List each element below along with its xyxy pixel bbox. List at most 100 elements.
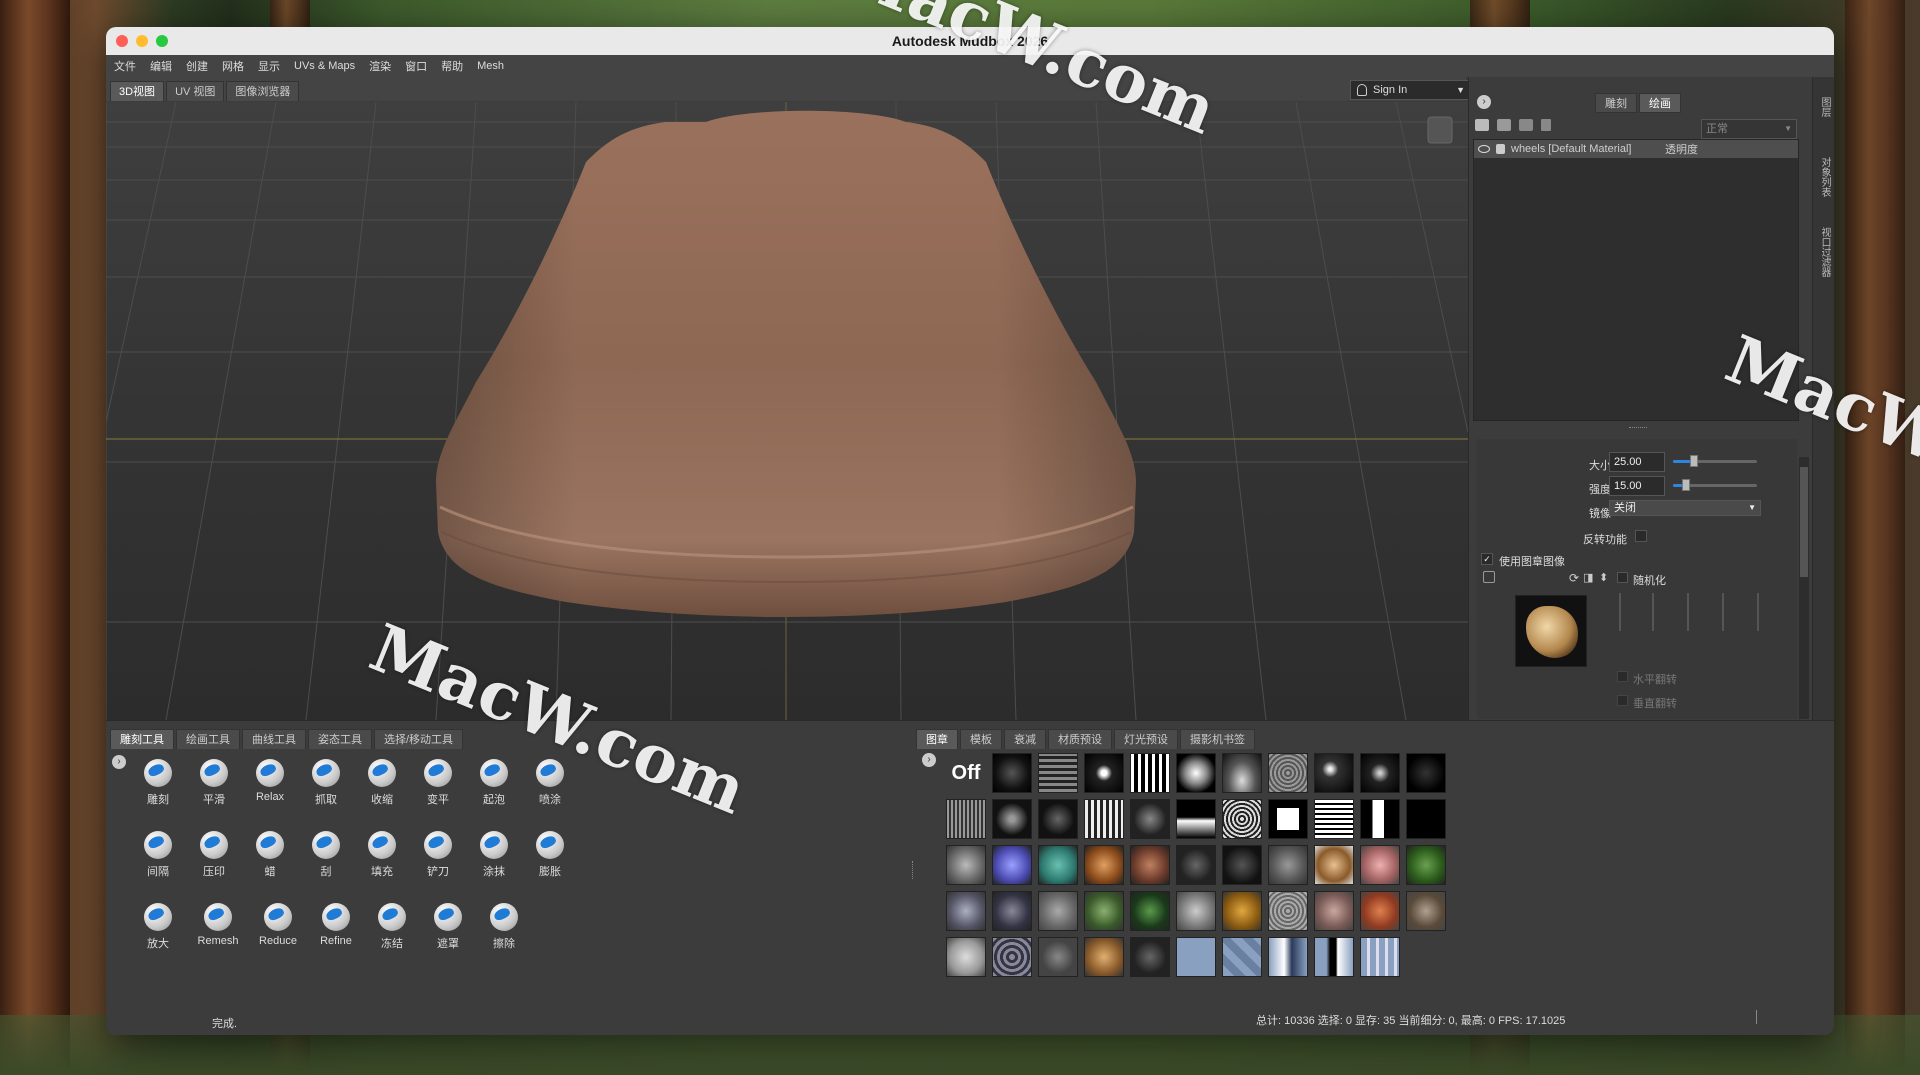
menu-uvs-maps[interactable]: UVs & Maps (294, 60, 355, 72)
stamp-item[interactable] (1084, 799, 1124, 839)
size-slider-handle[interactable] (1690, 455, 1698, 467)
flip-icon[interactable]: ◨ (1583, 571, 1593, 584)
mirror-select[interactable]: 关闭 ▼ (1609, 500, 1761, 516)
panel-splitter[interactable] (1629, 427, 1647, 429)
tool-amplify[interactable]: 放大 (128, 903, 188, 951)
stamp-item[interactable] (1360, 937, 1400, 977)
stamp-item[interactable] (1176, 753, 1216, 793)
tool-bulge[interactable]: 膨胀 (520, 831, 580, 879)
tab-camera-bookmarks[interactable]: 摄影机书签 (1180, 729, 1255, 749)
stamp-item[interactable] (1084, 845, 1124, 885)
menu-help[interactable]: 帮助 (441, 58, 463, 74)
layer-row[interactable]: wheels [Default Material] 透明度 (1474, 140, 1798, 158)
folder-icon[interactable] (1519, 119, 1533, 131)
stamp-item[interactable] (1314, 891, 1354, 931)
tab-paint-tools[interactable]: 绘画工具 (176, 729, 240, 749)
stamp-item[interactable] (1038, 753, 1078, 793)
side-tab-object-list[interactable]: 对象列表 (1817, 157, 1832, 197)
tab-uv-view[interactable]: UV 视图 (166, 81, 225, 101)
zoom-button[interactable] (156, 35, 168, 47)
tool-imprint[interactable]: 压印 (184, 831, 244, 879)
tool-freeze[interactable]: 冻结 (362, 903, 422, 951)
tool-repeat[interactable]: 间隔 (128, 831, 188, 879)
rotate-icon[interactable]: ⟳ (1569, 571, 1579, 585)
tool-sculpt[interactable]: 雕刻 (128, 759, 188, 807)
stamp-item[interactable] (1130, 937, 1170, 977)
flip-vertical-icon[interactable]: ⬍ (1599, 571, 1608, 584)
stamp-item[interactable] (1084, 937, 1124, 977)
stamp-item[interactable] (1314, 937, 1354, 977)
menu-edit[interactable]: 编辑 (150, 58, 172, 74)
new-layer-icon[interactable] (1475, 119, 1489, 131)
stamp-item[interactable] (1130, 845, 1170, 885)
menu-render[interactable]: 渲染 (369, 58, 391, 74)
stamp-item[interactable] (1268, 845, 1308, 885)
stamp-item[interactable] (1222, 799, 1262, 839)
tab-lighting-presets[interactable]: 灯光预设 (1114, 729, 1178, 749)
stamp-item[interactable] (1406, 753, 1446, 793)
stamp-item[interactable] (1222, 937, 1262, 977)
flip-h-checkbox[interactable] (1617, 671, 1628, 682)
expand-arrow-icon[interactable]: › (1477, 95, 1491, 109)
stamp-item[interactable] (1360, 753, 1400, 793)
stamp-item[interactable] (992, 937, 1032, 977)
tab-select-move-tools[interactable]: 选择/移动工具 (374, 729, 464, 749)
randomize-checkbox[interactable] (1617, 572, 1628, 583)
random-slider-5[interactable] (1757, 593, 1759, 631)
stamp-item[interactable] (1268, 799, 1308, 839)
tool-knife[interactable]: 铲刀 (408, 831, 468, 879)
stamp-item[interactable] (1406, 845, 1446, 885)
stamp-item[interactable] (1222, 845, 1262, 885)
stamp-item[interactable] (992, 753, 1032, 793)
stamp-item[interactable] (1268, 753, 1308, 793)
tool-erase[interactable]: 擦除 (474, 903, 534, 951)
menu-window[interactable]: 窗口 (405, 58, 427, 74)
trash-icon[interactable] (1541, 119, 1551, 131)
stamp-item[interactable] (1406, 799, 1446, 839)
side-tab-layers[interactable]: 图层 (1817, 97, 1832, 117)
splitter-handle[interactable] (912, 861, 914, 879)
stamp-item[interactable] (992, 799, 1032, 839)
random-slider-3[interactable] (1687, 593, 1689, 631)
stamp-item[interactable] (1176, 799, 1216, 839)
tool-reduce[interactable]: Reduce (248, 903, 308, 947)
stamp-item[interactable] (1084, 891, 1124, 931)
scrollbar[interactable] (1799, 457, 1809, 719)
tool-foamy[interactable]: 起泡 (464, 759, 524, 807)
tab-sculpt-layers[interactable]: 雕刻 (1595, 93, 1637, 113)
tool-refine[interactable]: Refine (306, 903, 366, 947)
tool-smooth[interactable]: 平滑 (184, 759, 244, 807)
tool-grab[interactable]: 抓取 (296, 759, 356, 807)
stamp-item[interactable] (946, 845, 986, 885)
car-mesh[interactable] (436, 110, 1136, 617)
tab-paint-layers[interactable]: 绘画 (1639, 93, 1681, 113)
side-tab-viewport-filter[interactable]: 视口过滤器 (1817, 227, 1832, 277)
stamp-item[interactable] (1176, 891, 1216, 931)
tab-falloff[interactable]: 衰减 (1004, 729, 1046, 749)
stamp-item[interactable] (946, 891, 986, 931)
tool-mask[interactable]: 遮罩 (418, 903, 478, 951)
strength-slider-handle[interactable] (1682, 479, 1690, 491)
stamp-item[interactable] (1222, 753, 1262, 793)
3d-viewport[interactable] (106, 102, 1468, 720)
blend-mode-select[interactable]: 正常 ▼ (1701, 119, 1797, 139)
tab-curve-tools[interactable]: 曲线工具 (242, 729, 306, 749)
stamp-preview[interactable] (1515, 595, 1587, 667)
tool-fill[interactable]: 填充 (352, 831, 412, 879)
tool-smear[interactable]: 涂抹 (464, 831, 524, 879)
minimize-button[interactable] (136, 35, 148, 47)
stamp-item[interactable] (1130, 799, 1170, 839)
tab-3d-view[interactable]: 3D视图 (110, 81, 165, 101)
scrollbar-thumb[interactable] (1800, 467, 1808, 577)
stamp-item[interactable] (1176, 937, 1216, 977)
tool-pinch[interactable]: 收缩 (352, 759, 412, 807)
stamp-item[interactable] (1038, 799, 1078, 839)
stamp-item[interactable] (992, 891, 1032, 931)
stamp-item[interactable] (1038, 937, 1078, 977)
stamp-item[interactable] (1130, 891, 1170, 931)
tool-flatten[interactable]: 变平 (408, 759, 468, 807)
lock-icon[interactable] (1496, 144, 1505, 154)
stamp-item[interactable] (1268, 937, 1308, 977)
sign-in-dropdown[interactable]: Sign In ▼ (1350, 80, 1470, 100)
use-stamp-checkbox[interactable]: ✓ (1481, 553, 1493, 565)
